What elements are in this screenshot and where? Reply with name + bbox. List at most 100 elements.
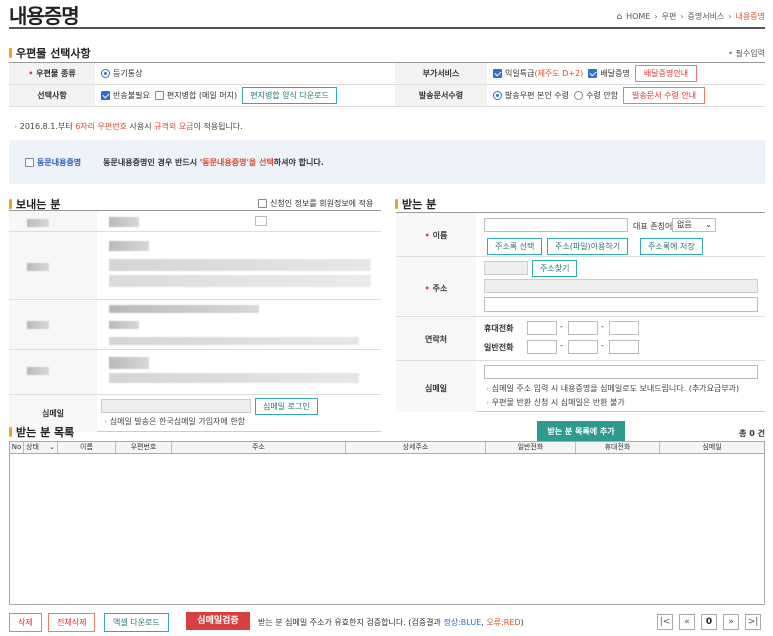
same-content-checkbox[interactable] xyxy=(25,157,34,167)
mobile-part1[interactable] xyxy=(527,321,557,335)
first-page-icon[interactable]: |< xyxy=(657,614,673,630)
redacted-label xyxy=(27,219,49,227)
mobile-label: 휴대전화 xyxy=(484,324,514,333)
email-login-button[interactable]: 심메일 로그인 xyxy=(255,398,318,415)
list-section-title: 받는 분 목록 xyxy=(9,424,74,440)
col-no: No xyxy=(10,442,24,453)
redacted-contact xyxy=(109,321,139,329)
delivery-cert-checkbox[interactable] xyxy=(588,69,598,78)
self-receipt-radio[interactable] xyxy=(493,91,502,100)
receiver-name-input[interactable] xyxy=(484,218,628,232)
receiver-email-input[interactable] xyxy=(484,365,758,379)
options-section-title: 우편물 선택사항 xyxy=(9,45,91,61)
receiver-contact-label: 연락처 xyxy=(424,335,448,344)
chevron-right-icon: › xyxy=(728,12,732,21)
options-table: • 우편물 종류 등기통상 부가서비스 익일특급(제주도 D+2) 배달증명 배… xyxy=(9,62,765,107)
redacted-label xyxy=(27,321,49,329)
receiver-list-body[interactable] xyxy=(9,454,765,605)
section-bar-icon xyxy=(395,199,398,209)
mobile-part3[interactable] xyxy=(609,321,639,335)
col-address-detail: 상세주소 xyxy=(346,442,486,453)
receiver-form: • 이름 대표 존칭어 없음 ⌄ 주소록 선택 주소(파일)이용하기 주소록에 저… xyxy=(396,212,765,412)
col-status[interactable]: 상태 ⌄ xyxy=(24,442,58,453)
doc-receipt-label: 발송문서수령 xyxy=(395,84,487,107)
doc-receipt-options: 발송우편 본인 수령 수령 안함 발송문서 수령 안내 xyxy=(487,84,765,107)
receiver-address-label: • 주소 xyxy=(424,284,448,293)
breadcrumb-post[interactable]: 우편 xyxy=(662,11,677,22)
kind-value[interactable]: 등기통상 xyxy=(95,62,395,85)
col-address: 주소 xyxy=(172,442,346,453)
address-book-save-button[interactable]: 주소록에 저장 xyxy=(640,238,703,255)
sender-email-input[interactable] xyxy=(101,399,251,413)
col-phone: 일반전화 xyxy=(486,442,576,453)
sender-label-column xyxy=(9,211,97,432)
address-book-select-button[interactable]: 주소록 선택 xyxy=(487,238,543,255)
next-page-icon[interactable]: » xyxy=(723,614,739,630)
redacted-contact xyxy=(109,305,259,313)
col-email: 심메일 xyxy=(702,443,722,451)
mail-merge-download-button[interactable]: 편지병합 양식 다운로드 xyxy=(242,87,337,104)
extra-service-options: 익일특급(제주도 D+2) 배달증명 배달증명안내 xyxy=(487,62,765,85)
verify-note: 받는 분 심메일 주소가 유효한지 검증합니다. (검증결과 정상:BLUE, … xyxy=(258,618,524,627)
no-return-checkbox[interactable] xyxy=(101,91,110,100)
redacted-label xyxy=(27,263,49,271)
apply-member-checkbox[interactable] xyxy=(258,199,267,208)
address-input[interactable] xyxy=(484,279,758,293)
redacted-label xyxy=(27,367,49,375)
delete-button[interactable]: 삭제 xyxy=(9,613,42,632)
address-file-button[interactable]: 주소(파일)이용하기 xyxy=(547,238,629,255)
select-options-values: 반송불필요 편지병합 (메일 머지) 편지병합 양식 다운로드 xyxy=(95,84,395,107)
find-address-button[interactable]: 주소찾기 xyxy=(532,260,578,277)
sender-email-note: › 심메일 발송은 한국심메일 가입자에 한함 xyxy=(104,417,246,426)
breadcrumb: ⌂ HOME › 우편 › 증명서비스 › 내용증명 xyxy=(616,11,765,22)
doc-receipt-guide-button[interactable]: 발송문서 수령 안내 xyxy=(623,87,706,104)
same-content-label[interactable]: 동문내용증명 xyxy=(37,157,81,168)
chevron-down-icon: ⌄ xyxy=(705,220,712,229)
phone-label: 일반전화 xyxy=(484,343,514,352)
mobile-part2[interactable] xyxy=(568,321,598,335)
breadcrumb-cert[interactable]: 증명서비스 xyxy=(688,11,725,22)
chevron-right-icon: › xyxy=(680,12,684,21)
section-bar-icon xyxy=(9,427,12,437)
address-detail-input[interactable] xyxy=(484,297,758,312)
apply-member-info[interactable]: 신청인 정보를 회원정보에 적용 xyxy=(258,198,373,209)
breadcrumb-current: 내용증명 xyxy=(735,12,765,21)
extra-service-label: 부가서비스 xyxy=(395,62,487,85)
phone-part2[interactable] xyxy=(568,340,598,354)
add-receiver-button[interactable]: 받는 분 목록에 추가 xyxy=(537,421,625,442)
sender-name-extra[interactable] xyxy=(255,216,267,226)
home-icon[interactable]: ⌂ xyxy=(616,12,622,22)
sender-email-label: 심메일 xyxy=(41,409,65,418)
radio-registered[interactable] xyxy=(101,69,110,78)
phone-part3[interactable] xyxy=(609,340,639,354)
no-receipt-radio[interactable] xyxy=(574,91,584,100)
col-postcode: 우편번호 xyxy=(116,442,172,453)
current-page[interactable]: 0 xyxy=(701,614,717,630)
last-page-icon[interactable]: >| xyxy=(745,614,761,630)
delete-all-button[interactable]: 전체삭제 xyxy=(48,613,96,632)
col-name: 이름 xyxy=(58,442,116,453)
email-verify-button[interactable]: 심메일검증 xyxy=(186,612,250,630)
receiver-email-note1: › 심메일 주소 입력 시 내용증명을 심메일로도 보내드립니다. (추가요금부… xyxy=(486,384,740,393)
chevron-right-icon: › xyxy=(654,12,658,21)
redacted-contact xyxy=(109,337,359,345)
same-content-text: 동문내용증명인 경우 반드시 '동문내용증명'을 선택하셔야 합니다. xyxy=(103,157,324,167)
kind-label: • 우편물 종류 xyxy=(9,62,95,85)
express-checkbox[interactable] xyxy=(493,69,502,78)
postcode-input[interactable] xyxy=(484,261,528,275)
excel-download-button[interactable]: 액셀 다운로드 xyxy=(104,613,169,632)
redacted-value xyxy=(109,357,149,369)
prev-page-icon[interactable]: « xyxy=(679,614,695,630)
list-total: 총 0 건 xyxy=(739,429,765,438)
redacted-value xyxy=(109,217,139,227)
receiver-section-title: 받는 분 xyxy=(395,196,436,212)
breadcrumb-home[interactable]: HOME xyxy=(626,12,650,21)
delivery-cert-guide-button[interactable]: 배달증명안내 xyxy=(634,65,698,82)
page-title: 내용증명 xyxy=(9,4,80,28)
phone-part1[interactable] xyxy=(527,340,557,354)
receiver-email-label: 심메일 xyxy=(424,384,448,393)
mail-merge-checkbox[interactable] xyxy=(154,91,164,100)
redacted-address xyxy=(109,275,371,287)
honorific-label: 대표 존칭어 xyxy=(633,222,673,231)
honorific-select[interactable]: 없음 ⌄ xyxy=(672,218,716,232)
